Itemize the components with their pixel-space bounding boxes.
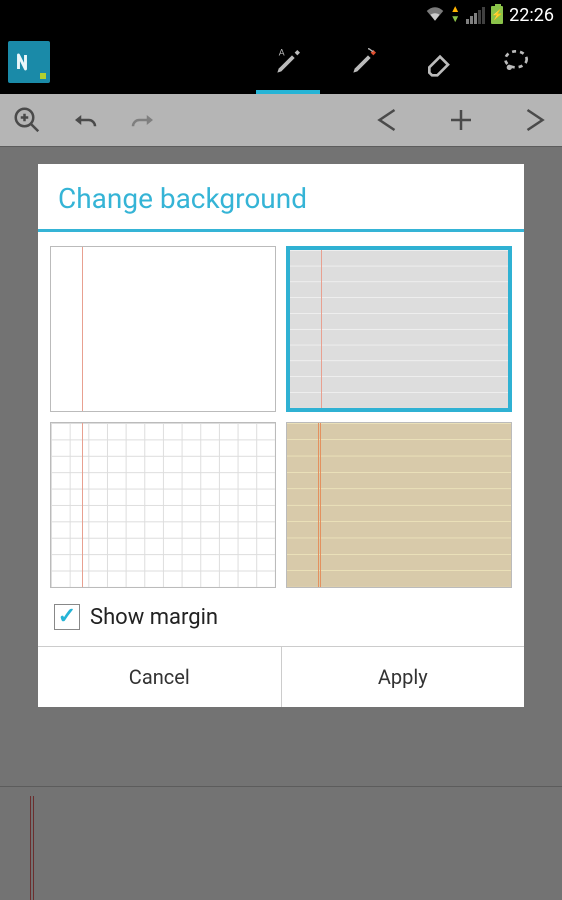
bg-option-lined[interactable] (286, 246, 512, 412)
action-bar: A (0, 30, 562, 94)
zoom-in-icon[interactable] (10, 103, 44, 137)
app-icon[interactable] (8, 41, 50, 83)
cancel-button[interactable]: Cancel (38, 647, 281, 707)
battery-charging-icon: ⚡ (491, 6, 503, 24)
margin-indicator (82, 423, 83, 587)
dialog-buttons: Cancel Apply (38, 646, 524, 707)
margin-indicator (321, 250, 322, 408)
clock: 22:26 (509, 5, 554, 26)
secondary-toolbar (0, 94, 562, 146)
change-background-dialog: Change background ✓ Show margin Cancel A… (38, 164, 524, 707)
redo-icon[interactable] (126, 103, 160, 137)
undo-icon[interactable] (68, 103, 102, 137)
bg-option-blank[interactable] (50, 246, 276, 412)
brush-tool-icon[interactable] (326, 30, 402, 94)
prev-page-icon[interactable] (370, 103, 404, 137)
next-page-icon[interactable] (518, 103, 552, 137)
data-arrows-icon: ▲▼ (450, 5, 460, 25)
status-bar: ▲▼ ⚡ 22:26 (0, 0, 562, 30)
pen-tool-icon[interactable]: A (250, 30, 326, 94)
dialog-title: Change background (38, 164, 524, 229)
add-page-icon[interactable] (444, 103, 478, 137)
wifi-icon (426, 7, 444, 24)
lasso-tool-icon[interactable] (478, 30, 554, 94)
show-margin-label: Show margin (90, 605, 218, 630)
bg-option-grid[interactable] (50, 422, 276, 588)
apply-button[interactable]: Apply (281, 647, 525, 707)
show-margin-checkbox[interactable]: ✓ (54, 604, 80, 630)
bg-option-legal[interactable] (286, 422, 512, 588)
eraser-tool-icon[interactable] (402, 30, 478, 94)
show-margin-row[interactable]: ✓ Show margin (38, 594, 524, 646)
margin-indicator (318, 423, 319, 587)
background-options-grid (38, 232, 524, 594)
signal-icon (466, 7, 485, 24)
margin-indicator (82, 247, 83, 411)
svg-text:A: A (279, 47, 285, 58)
